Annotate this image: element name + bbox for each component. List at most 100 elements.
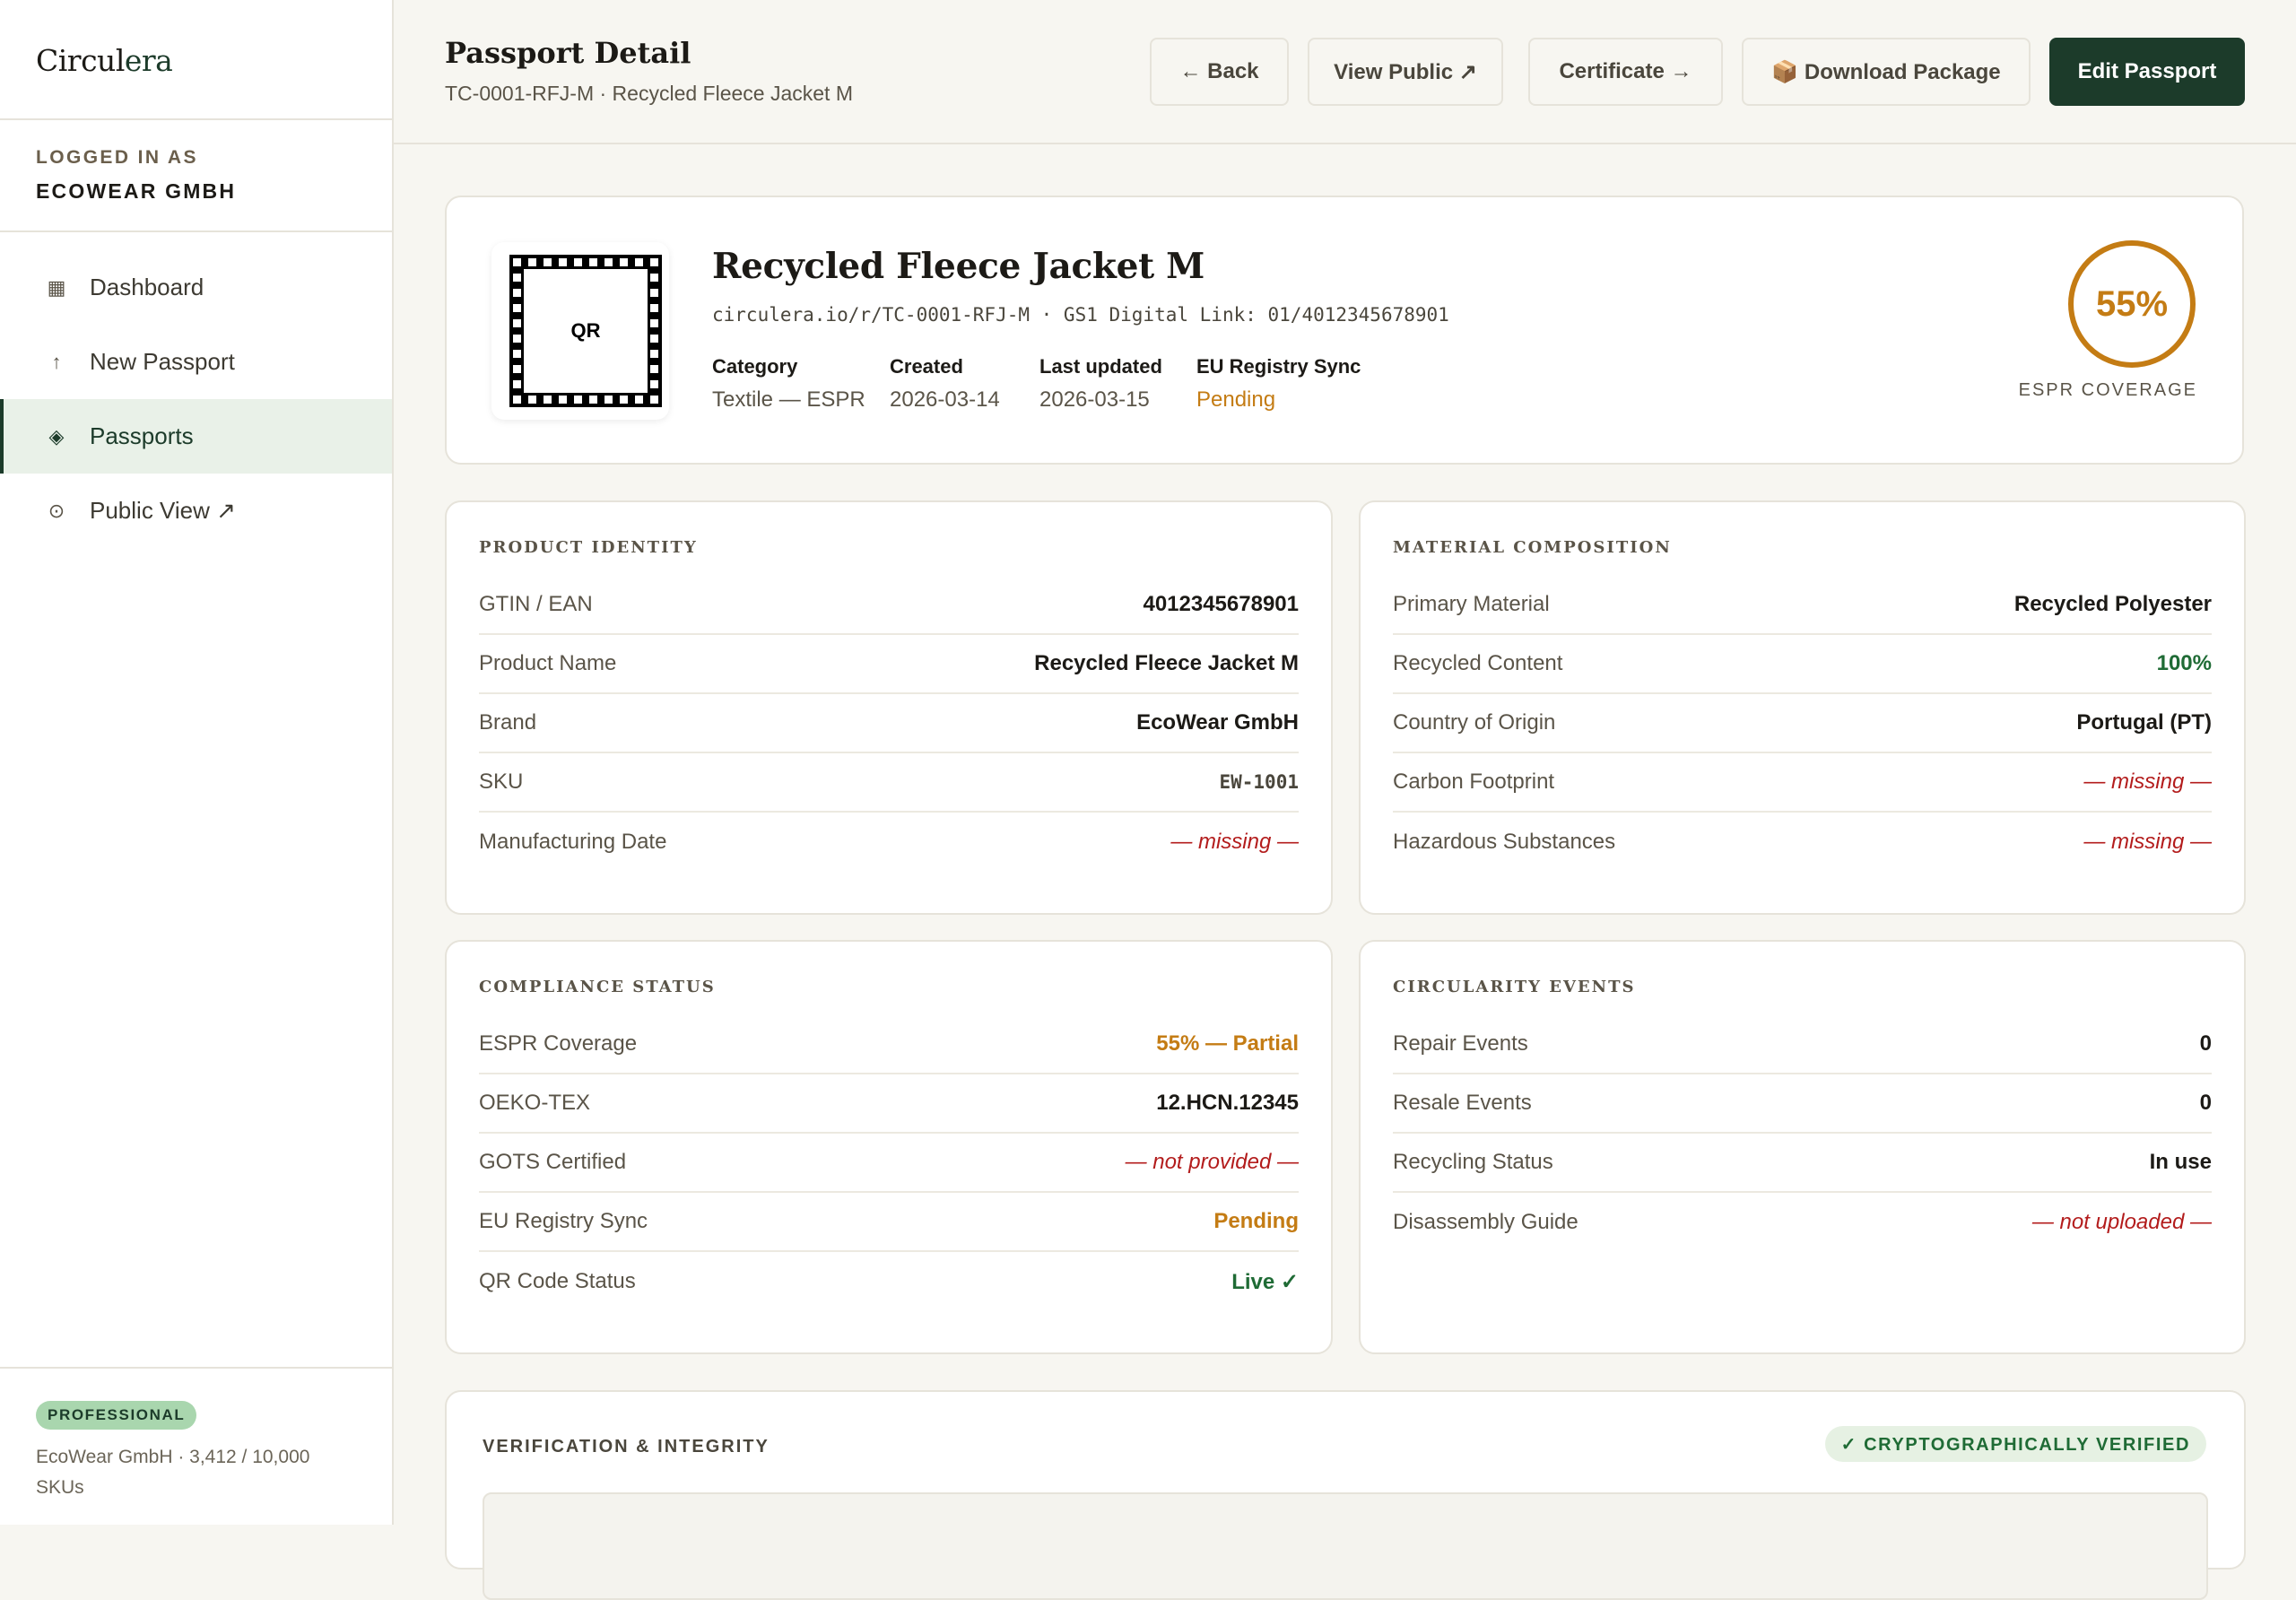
table-row: Recycled Content 100% [1393,635,2212,694]
row-value: 12.HCN.12345 [1156,1091,1299,1115]
row-label: Repair Events [1393,1031,1528,1056]
meta-label: EU Registry Sync [1196,355,1361,378]
row-label: OEKO-TEX [479,1091,591,1115]
compliance-status-card: COMPLIANCE STATUS ESPR Coverage 55% — Par… [445,940,1333,1354]
meta-label: Category [712,355,798,378]
espr-coverage-gauge: 55% [2065,240,2199,375]
card-title: VERIFICATION & INTEGRITY [483,1437,770,1457]
certificate-button[interactable]: Certificate → [1528,38,1723,106]
table-row: QR Code Status Live ✓ [479,1252,1299,1311]
sidebar-item-dashboard[interactable]: ▦ Dashboard [0,250,392,325]
table-row: Disassembly Guide — not uploaded — [1393,1193,2212,1252]
card-title: CIRCULARITY EVENTS [1393,978,1636,996]
passport-summary-card: QR Recycled Fleece Jacket M circulera.io… [445,196,2244,465]
coverage-label: ESPR COVERAGE [2018,380,2197,400]
account-label: LOGGED IN AS [36,147,198,168]
back-button[interactable]: ← Back [1150,38,1289,106]
row-label: SKU [479,770,524,794]
meta-category: Category Textile — ESPR [712,355,865,413]
row-value: Pending [1213,1209,1299,1233]
qr-label: QR [570,319,601,342]
table-row: Manufacturing Date — missing — [479,813,1299,872]
row-value: — not uploaded — [2031,1210,2212,1234]
meta-value: 2026-03-15 [1039,387,1150,412]
row-label: GTIN / EAN [479,592,593,616]
sidebar-nav: ▦ Dashboard ↑ New Passport ◈ Passports ⊙… [0,232,392,548]
account-info: LOGGED IN AS ECOWEAR GMBH [0,120,392,232]
table-row: OEKO-TEX 12.HCN.12345 [479,1074,1299,1134]
edit-passport-button[interactable]: Edit Passport [2049,38,2245,106]
row-value: Recycled Fleece Jacket M [1034,651,1299,675]
verification-details [483,1492,2208,1600]
meta-label: Last updated [1039,355,1162,378]
logo-text-accent: era [124,43,173,78]
row-value: 0 [2199,1091,2212,1115]
row-label: GOTS Certified [479,1150,627,1174]
row-label: ESPR Coverage [479,1031,638,1056]
table-row: Repair Events 0 [1393,1015,2212,1074]
app-logo[interactable]: Circulera [0,0,392,120]
table-row: Primary Material Recycled Polyester [1393,576,2212,635]
table-row: Recycling Status In use [1393,1134,2212,1193]
sidebar-item-new-passport[interactable]: ↑ New Passport [0,325,392,399]
row-label: Brand [479,710,537,735]
meta-value: 2026-03-14 [890,387,1000,412]
row-value: 55% — Partial [1156,1031,1299,1056]
row-value: — missing — [2083,770,2212,794]
account-name: ECOWEAR GMBH [36,179,237,203]
diamond-icon: ◈ [48,424,65,448]
view-public-button[interactable]: View Public ↗ [1308,38,1503,106]
dashboard-icon: ▦ [47,275,66,299]
logo-text-main: Circul [36,43,125,78]
table-row: GTIN / EAN 4012345678901 [479,576,1299,635]
row-value: In use [2149,1150,2212,1174]
table-row: Brand EcoWear GmbH [479,694,1299,753]
row-value: — missing — [2083,830,2212,854]
row-label: Primary Material [1393,592,1550,616]
arrow-up-icon: ↑ [51,350,62,373]
row-value: Portugal (PT) [2076,710,2212,735]
meta-created: Created 2026-03-14 [890,355,1000,413]
row-label: Recycling Status [1393,1150,1553,1174]
material-composition-card: MATERIAL COMPOSITION Primary Material Rec… [1359,500,2246,915]
row-value: — not provided — [1125,1150,1299,1174]
sidebar-item-label: New Passport [90,348,235,375]
plan-info: PROFESSIONAL EcoWear GmbH · 3,412 / 10,0… [0,1367,392,1525]
sidebar-item-public-view[interactable]: ⊙ Public View ↗ [0,474,392,548]
table-row: Resale Events 0 [1393,1074,2212,1134]
meta-value: Pending [1196,387,1276,412]
row-label: Disassembly Guide [1393,1210,1578,1234]
row-label: Hazardous Substances [1393,830,1616,854]
table-row: Country of Origin Portugal (PT) [1393,694,2212,753]
row-value: EW-1001 [1219,771,1299,793]
row-value: Live ✓ [1231,1269,1299,1294]
meta-value: Textile — ESPR [712,387,865,412]
product-identity-card: PRODUCT IDENTITY GTIN / EAN 4012345678901… [445,500,1333,915]
page-header: Passport Detail TC-0001-RFJ-M · Recycled… [394,0,2296,144]
verified-badge: ✓ CRYPTOGRAPHICALLY VERIFIED [1824,1426,2206,1462]
circularity-events-card: CIRCULARITY EVENTS Repair Events 0 Resale… [1359,940,2246,1354]
verification-card: VERIFICATION & INTEGRITY ✓ CRYPTOGRAPHIC… [445,1390,2246,1600]
card-title: MATERIAL COMPOSITION [1393,538,1672,557]
qr-code[interactable]: QR [491,242,669,420]
coverage-value: 55% [2068,240,2196,368]
table-row: EU Registry Sync Pending [479,1193,1299,1252]
row-label: Carbon Footprint [1393,770,1555,794]
meta-label: Created [890,355,963,378]
digital-link[interactable]: circulera.io/r/TC-0001-RFJ-M · GS1 Digit… [712,304,1449,326]
row-label: Product Name [479,651,617,675]
download-package-button[interactable]: 📦 Download Package [1742,38,2031,106]
row-value: — missing — [1170,830,1299,854]
card-title: PRODUCT IDENTITY [479,538,698,557]
sidebar-item-passports[interactable]: ◈ Passports [0,399,392,474]
row-value: Recycled Polyester [2013,592,2212,616]
row-label: Resale Events [1393,1091,1532,1115]
row-label: Country of Origin [1393,710,1556,735]
plan-badge: PROFESSIONAL [36,1401,197,1430]
row-label: Recycled Content [1393,651,1563,675]
plan-usage: EcoWear GmbH · 3,412 / 10,000 SKUs [36,1447,310,1498]
row-value: 0 [2199,1031,2212,1056]
row-label: Manufacturing Date [479,830,667,854]
sidebar: Circulera LOGGED IN AS ECOWEAR GMBH ▦ Da… [0,0,394,1525]
row-label: QR Code Status [479,1269,636,1293]
